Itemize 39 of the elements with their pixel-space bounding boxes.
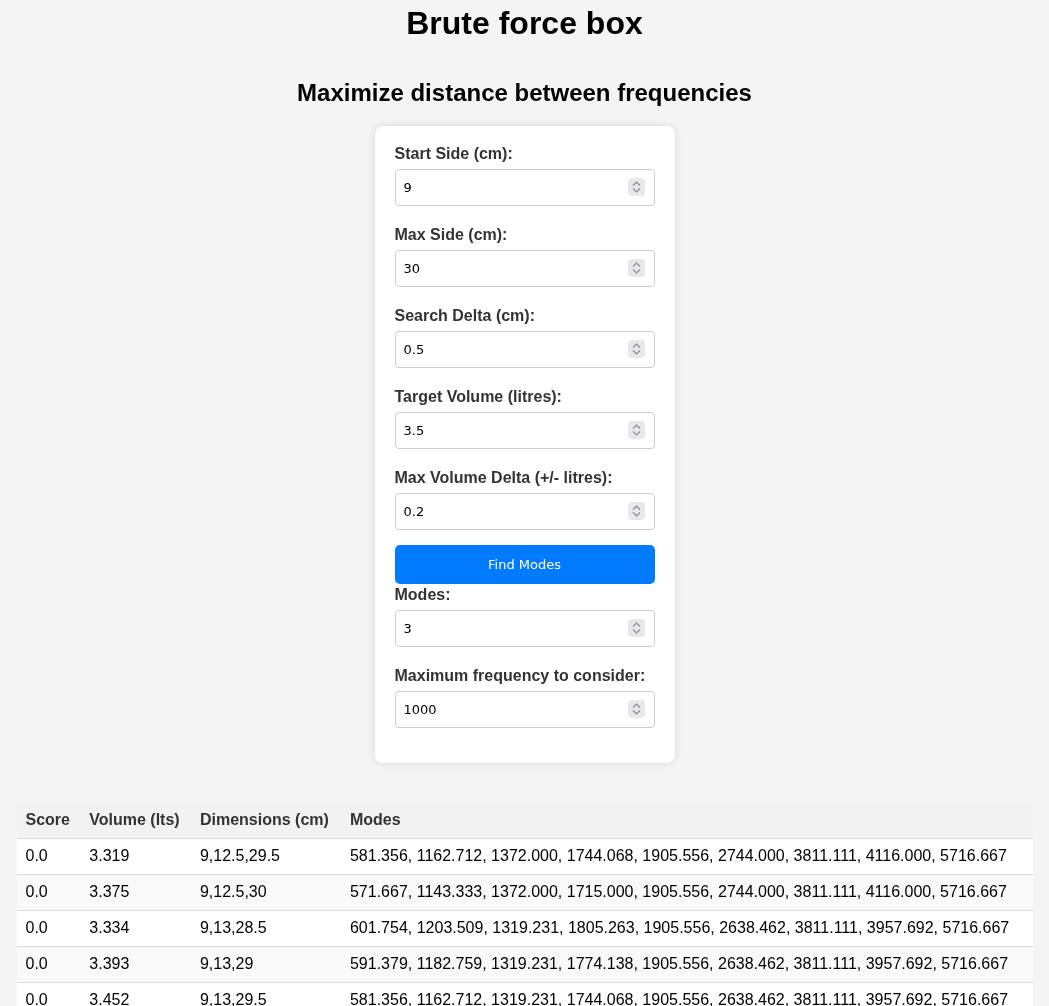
- table-cell: 0.0: [16, 946, 81, 982]
- table-cell: 0.0: [16, 982, 81, 1006]
- column-header: Modes: [340, 802, 1033, 838]
- field-label: Max Volume Delta (+/- litres):: [394, 468, 614, 488]
- table-cell: 3.319: [80, 838, 191, 874]
- number-input[interactable]: 30: [394, 250, 655, 287]
- table-cell: 9,13,28.5: [190, 910, 341, 946]
- table-cell: 571.667, 1143.333, 1372.000, 1715.000, 1905.556, 2744.000, 3811.111, 4116.000, 5716.667: [340, 874, 1033, 910]
- field-label: Modes:: [394, 585, 452, 605]
- column-header: Dimensions (cm): [190, 802, 341, 838]
- page-subtitle: Maximize distance between frequencies: [297, 78, 752, 108]
- table-cell: 3.375: [80, 874, 191, 910]
- column-header: Volume (lts): [80, 802, 191, 838]
- number-input[interactable]: 3.5: [394, 412, 655, 449]
- field-label: Target Volume (litres):: [394, 387, 563, 407]
- field-label: Maximum frequency to consider:: [394, 666, 647, 686]
- page-title: Brute force box: [406, 4, 643, 43]
- find-modes-button[interactable]: Find Modes: [394, 545, 655, 584]
- table-cell: 9,12.5,30: [190, 874, 341, 910]
- table-cell: 3.393: [80, 946, 191, 982]
- number-input[interactable]: 0.2: [394, 493, 655, 530]
- table-cell: 591.379, 1182.759, 1319.231, 1774.138, 1905.556, 2638.462, 3811.111, 3957.692, 5716.667: [340, 946, 1033, 982]
- number-input[interactable]: 0.5: [394, 331, 655, 368]
- number-input[interactable]: 9: [394, 169, 655, 206]
- table-cell: 0.0: [16, 874, 81, 910]
- field-label: Search Delta (cm):: [394, 306, 536, 326]
- table-cell: 9,13,29: [190, 946, 341, 982]
- field-label: Start Side (cm):: [394, 144, 514, 164]
- number-input[interactable]: 1000: [394, 691, 655, 728]
- table-cell: 0.0: [16, 910, 81, 946]
- table-cell: 9,12.5,29.5: [190, 838, 341, 874]
- table-cell: 3.334: [80, 910, 191, 946]
- table-cell: 3.452: [80, 982, 191, 1006]
- field-label: Max Side (cm):: [394, 225, 509, 245]
- table-cell: 581.356, 1162.712, 1372.000, 1744.068, 1905.556, 2744.000, 3811.111, 4116.000, 5716.667: [340, 838, 1033, 874]
- column-header: Score: [16, 802, 81, 838]
- table-cell: 601.754, 1203.509, 1319.231, 1805.263, 1905.556, 2638.462, 3811.111, 3957.692, 5716.667: [340, 910, 1033, 946]
- table-cell: 0.0: [16, 838, 81, 874]
- number-input[interactable]: 3: [394, 610, 655, 647]
